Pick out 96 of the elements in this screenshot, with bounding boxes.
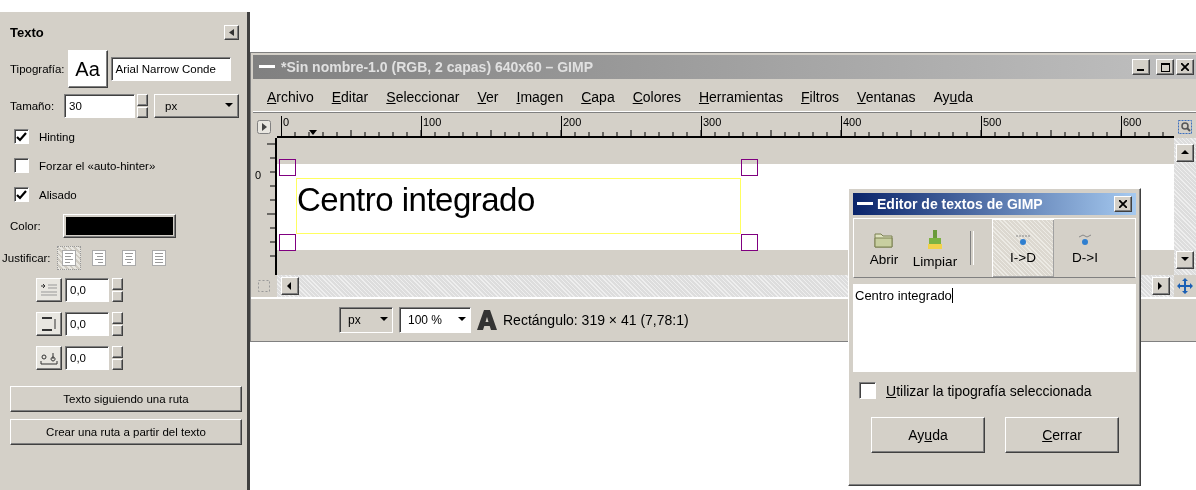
spin-buttons[interactable] [112, 278, 123, 302]
status-message: Rectángulo: 319 × 41 (7,78:1) [503, 312, 689, 328]
ruler-label: 100 [421, 116, 561, 136]
menu-item[interactable]: Filtros [801, 89, 840, 105]
ruler-label: 300 [701, 116, 841, 136]
align-icon [121, 250, 136, 266]
window-menu-icon [259, 65, 275, 69]
checkbox-label: Utilizar la tipografía seleccionada [886, 382, 1092, 399]
dialog-title: Editor de textos de GIMP [877, 196, 1044, 212]
check-icon [16, 189, 27, 200]
checkbox-label: Alisado [39, 188, 77, 201]
checkbox[interactable] [14, 158, 29, 173]
left-arrow-icon [228, 28, 235, 36]
align-icon [151, 250, 166, 266]
unit-dropdown[interactable]: px [339, 307, 393, 333]
menu-item[interactable]: Colores [632, 89, 681, 105]
checkbox-label: Forzar el «auto-hinter» [39, 159, 156, 172]
menu-item[interactable]: Seleccionar [386, 89, 460, 105]
field-label: Tamaño: [10, 100, 55, 112]
resize-handle[interactable] [279, 159, 296, 176]
play-icon [257, 120, 271, 134]
menu-item[interactable]: Editar [331, 89, 369, 105]
resize-handle[interactable] [741, 234, 758, 251]
minimize-button[interactable] [1132, 59, 1150, 75]
spacing-button[interactable] [36, 346, 62, 370]
text-tool-icon [477, 309, 497, 331]
menu-item[interactable]: Ver [477, 89, 499, 105]
font-field[interactable]: Arial Narrow Conde [110, 57, 231, 81]
text-area[interactable]: Centro integrado [853, 284, 1136, 372]
scroll-down-button[interactable] [1176, 251, 1194, 269]
ruler-label: 200 [561, 116, 701, 136]
spin-buttons[interactable] [112, 346, 123, 370]
spacing-field[interactable]: 0,0 [65, 278, 109, 302]
checkbox[interactable] [14, 129, 29, 144]
spin-buttons[interactable] [112, 312, 123, 336]
close-button[interactable] [1114, 196, 1132, 212]
close-button[interactable] [1176, 59, 1194, 75]
zoom-dropdown[interactable]: 100 % [399, 307, 471, 333]
ruler-label: 400 [841, 116, 981, 136]
window-menu-icon [857, 202, 873, 206]
ruler-label: 500 [981, 116, 1121, 136]
zoom-icon [1178, 120, 1192, 134]
dialog-button[interactable]: Ayuda [871, 417, 985, 453]
spacing-field[interactable]: 0,0 [65, 346, 109, 370]
path-button[interactable]: Crear una ruta a partir del texto [10, 419, 242, 445]
spacing-button[interactable] [36, 278, 62, 302]
color-button[interactable] [62, 214, 176, 238]
path-button[interactable]: Texto siguiendo una ruta [10, 386, 242, 412]
toolbar-button[interactable]: I->D [992, 219, 1054, 277]
size-field[interactable]: 30 [64, 94, 136, 118]
spacing-field[interactable]: 0,0 [65, 312, 109, 336]
maximize-button[interactable] [1156, 59, 1174, 75]
toolbar-button[interactable]: D->I [1054, 219, 1116, 277]
scroll-left-button[interactable] [281, 277, 299, 295]
menu-item[interactable]: Ventanas [857, 89, 916, 105]
toolbar-button[interactable]: Limpiar [906, 219, 964, 277]
close-icon [1119, 200, 1127, 208]
folder-icon [874, 231, 894, 249]
checkbox[interactable] [14, 187, 29, 202]
scroll-right-button[interactable] [1152, 277, 1170, 295]
checkbox[interactable] [859, 382, 876, 399]
menu-item[interactable]: Ayuda [933, 89, 973, 105]
toolbar-button[interactable]: Abrir [862, 219, 906, 277]
check-icon [16, 131, 27, 142]
window-title: *Sin nombre-1.0 (RGB, 2 capas) 640x60 – GIMP [281, 59, 594, 75]
spacing-icon [38, 281, 60, 299]
align-icon [91, 250, 106, 266]
dialog-button[interactable]: Cerrar [1005, 417, 1119, 453]
resize-handle[interactable] [279, 234, 296, 251]
close-icon [1181, 63, 1189, 71]
panel-title: Texto [10, 24, 45, 40]
ruler-label: 0 [255, 169, 262, 181]
field-label: Color: [10, 220, 41, 232]
align-icon [61, 250, 76, 266]
spacing-button[interactable] [36, 312, 62, 336]
checkbox-label: Hinting [39, 130, 75, 143]
unit-dropdown[interactable]: px [154, 94, 239, 118]
maximize-icon [1160, 62, 1170, 72]
menu-item[interactable]: Capa [581, 89, 615, 105]
direction-icon [1013, 233, 1033, 247]
field-label: Justificar: [2, 252, 51, 264]
spin-buttons[interactable] [137, 94, 149, 118]
font-preview[interactable]: Aa [67, 50, 108, 88]
selection-icon [257, 279, 271, 293]
scroll-up-button[interactable] [1176, 144, 1194, 162]
canvas-text: Centro integrado [297, 180, 535, 220]
justify-button[interactable] [56, 246, 81, 270]
panel-menu-button[interactable] [224, 24, 239, 40]
menu-item[interactable]: Imagen [516, 89, 564, 105]
ruler-label: 600 [1121, 116, 1174, 136]
menu-item[interactable]: Herramientas [698, 89, 783, 105]
resize-handle[interactable] [741, 159, 758, 176]
menu-item[interactable]: Archivo [267, 89, 314, 105]
move-icon [1176, 277, 1194, 295]
broom-icon [926, 229, 944, 251]
field-label: Tipografía: [10, 63, 65, 75]
